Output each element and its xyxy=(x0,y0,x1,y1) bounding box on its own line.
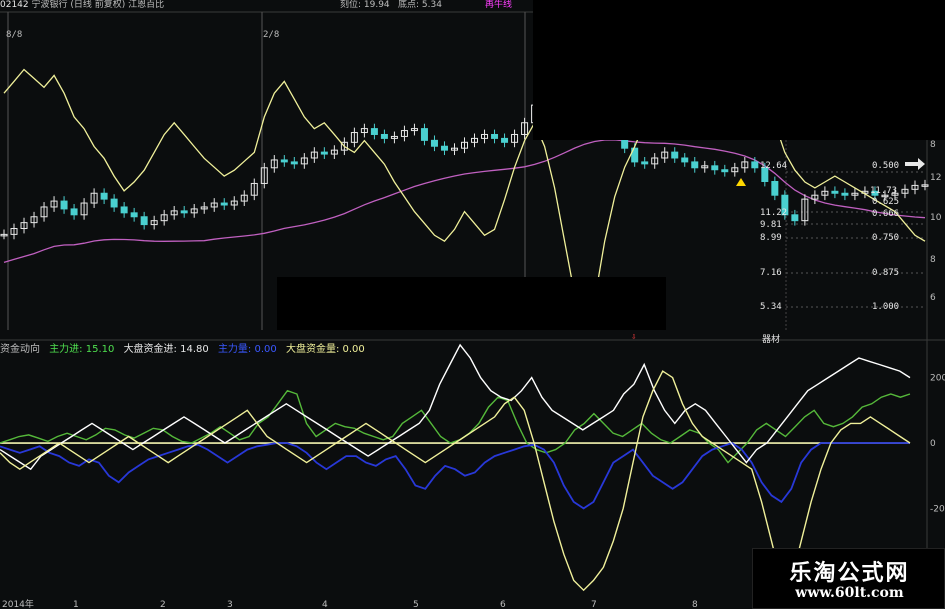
candle-body xyxy=(60,200,68,210)
fib-price-1: 12.64 xyxy=(760,161,788,171)
x-tick-7: 7 xyxy=(591,600,597,609)
candle-body xyxy=(721,169,729,173)
stock-name: 宁波银行 xyxy=(31,0,68,10)
fib-price-4: 8.99 xyxy=(760,233,782,243)
current-price-label: 11.73 xyxy=(870,186,898,196)
price-panel-header: 02142 宁波银行 (日线 前复权) 江恩百比 xyxy=(0,0,164,10)
candle-body xyxy=(110,198,118,208)
candle-body xyxy=(420,128,428,141)
series-line-0 xyxy=(0,389,911,464)
candle-body xyxy=(380,133,388,139)
candle-body xyxy=(220,202,228,206)
candle-body xyxy=(290,161,298,165)
fib-price-2: 11.22 xyxy=(760,208,788,218)
price-y-tick-2: 10 xyxy=(930,213,942,223)
fib-ratio-2: 0.625 xyxy=(872,197,900,207)
candle-body xyxy=(320,151,328,155)
candle-body xyxy=(70,208,78,216)
chart-period: (日线 前复权) xyxy=(70,0,126,10)
candle-body xyxy=(100,192,108,200)
fib-ratio-6: 1.000 xyxy=(872,302,900,312)
indicator-title: 资金动向 xyxy=(0,344,40,355)
x-tick-2: 2 xyxy=(160,600,166,609)
bottom-marker-arrow: ⇩ xyxy=(631,332,637,342)
candle-body xyxy=(691,161,699,169)
stock-code: 02142 xyxy=(0,0,29,10)
x-tick-0: 2014年 xyxy=(2,598,34,609)
period-mark-2: 2/8 xyxy=(263,30,280,40)
x-tick-3: 3 xyxy=(227,600,233,609)
redaction-box-middle xyxy=(277,277,666,330)
candle-body xyxy=(841,192,849,196)
series-line-2 xyxy=(0,343,911,471)
indicator-y-tick-1: 0 xyxy=(930,439,936,449)
candle-body xyxy=(440,145,448,151)
candle-body xyxy=(791,214,799,222)
bottom-marker-label: 器材 xyxy=(762,335,781,345)
candle-body xyxy=(501,137,509,143)
watermark-logo: 乐淘公式网 www.60lt.com xyxy=(752,548,945,609)
price-y-tick-0: 8 xyxy=(930,140,936,150)
watermark-title: 乐淘公式网 xyxy=(789,560,910,586)
redaction-box-top xyxy=(533,0,945,140)
candle-body xyxy=(641,161,649,165)
main-in-value: 主力进: 15.10 xyxy=(49,344,115,355)
fib-price-3: 9.81 xyxy=(760,220,782,230)
candle-body xyxy=(771,180,779,196)
indicator-name: 再牛线 xyxy=(485,0,513,10)
main-vol-value: 主力量: 0.00 xyxy=(217,344,277,355)
price-y-tick-1: 12 xyxy=(930,173,941,183)
watermark-url: www.60lt.com xyxy=(795,585,904,601)
price-y-tick-4: 6 xyxy=(930,293,936,303)
x-tick-8: 8 xyxy=(692,600,698,609)
x-tick-5: 5 xyxy=(413,600,419,609)
chart-view-name: 江恩百比 xyxy=(128,0,165,10)
candle-body xyxy=(671,151,679,159)
candle-body xyxy=(831,190,839,194)
candle-body xyxy=(140,216,148,226)
candle-body xyxy=(681,157,689,163)
fib-ratio-4: 0.750 xyxy=(872,233,900,243)
series-line-1 xyxy=(0,442,910,510)
indicator-y-tick-2: -200 xyxy=(930,504,945,514)
candle-body xyxy=(711,165,719,171)
market-in-value: 大盘资金进: 14.80 xyxy=(123,344,209,355)
candle-body xyxy=(430,139,438,147)
fib-ratio-3: 0.666 xyxy=(872,209,900,219)
candle-body xyxy=(120,206,128,214)
fib-ratio-1: 0.500 xyxy=(872,161,900,171)
x-tick-1: 1 xyxy=(73,600,79,609)
candle-body xyxy=(491,133,499,139)
current-price-marker xyxy=(905,158,925,170)
fib-price-6: 5.34 xyxy=(760,302,782,312)
stock-chart-window: { "header": { "stock_code": "02142", "st… xyxy=(0,0,945,609)
x-tick-6: 6 xyxy=(500,600,506,609)
candle-body xyxy=(180,210,188,214)
fib-price-5: 7.16 xyxy=(760,268,782,278)
fib-ratio-5: 0.875 xyxy=(872,268,900,278)
x-tick-4: 4 xyxy=(322,600,328,609)
candle-body xyxy=(751,161,759,169)
candle-body xyxy=(370,128,378,135)
indicator-header: 资金动向 主力进: 15.10 大盘资金进: 14.80 主力量: 0.00 大… xyxy=(0,343,371,357)
signal-triangle-marker xyxy=(736,178,746,186)
indicator-y-tick-0: 200 xyxy=(930,374,945,384)
high-label: 刻位: 19.94 xyxy=(340,0,390,10)
axis-labels: 2000-200-40081210862014年12345678 xyxy=(2,140,945,609)
candle-body xyxy=(280,159,288,163)
market-vol-value: 大盘资金量: 0.00 xyxy=(285,344,365,355)
candle-body xyxy=(130,212,138,218)
period-mark-1: 8/8 xyxy=(6,30,23,40)
price-y-tick-3: 8 xyxy=(930,255,936,265)
low-label: 底点: 5.34 xyxy=(398,0,442,10)
